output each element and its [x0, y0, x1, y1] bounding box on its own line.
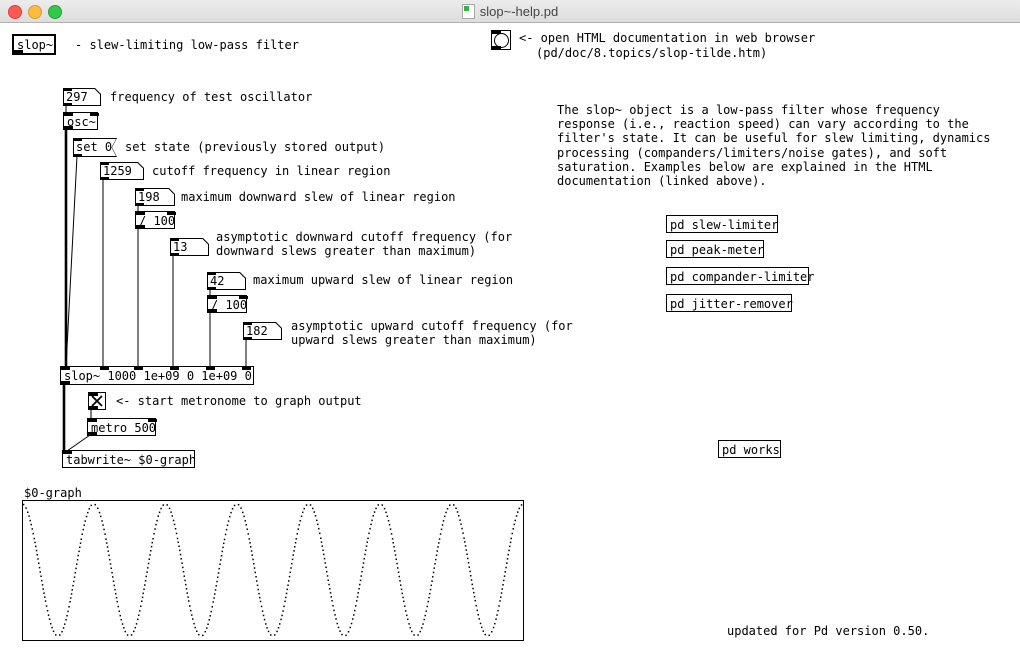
window-title: slop~-help.pd: [480, 4, 558, 19]
array-graph: [0, 0, 1020, 664]
title-wrap: slop~-help.pd: [0, 0, 1020, 22]
title-bar: slop~-help.pd: [0, 0, 1020, 23]
pd-window: slop~297osc~set 01259198/ 1001342/ 10018…: [0, 0, 1020, 664]
patch-canvas[interactable]: slop~297osc~set 01259198/ 1001342/ 10018…: [0, 0, 1020, 664]
document-icon: [462, 4, 475, 19]
